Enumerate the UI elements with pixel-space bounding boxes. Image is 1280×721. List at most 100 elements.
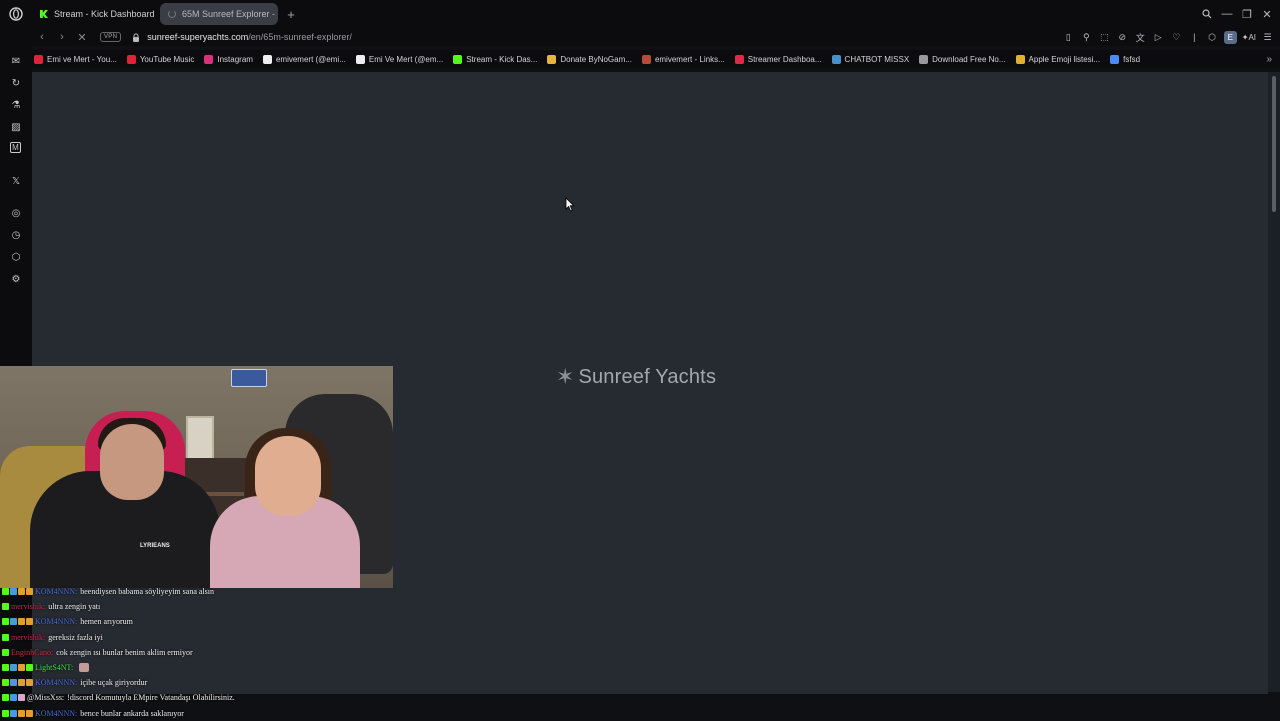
chat-badge-icon <box>10 664 17 672</box>
bookmark-item[interactable]: Instagram <box>204 54 253 64</box>
chat-username: KOM4NNN: <box>35 708 78 718</box>
bookmark-label: YouTube Music <box>139 54 195 64</box>
bookmarks-overflow-icon[interactable]: » <box>1266 50 1272 68</box>
send-icon[interactable]: ▷ <box>1152 31 1165 44</box>
bookmark-item[interactable]: Apple Emoji listesi... <box>1015 54 1100 64</box>
bookmark-item[interactable]: Emi ve Mert - You... <box>34 54 117 64</box>
chat-badges <box>2 709 33 717</box>
ai-label: AI <box>1248 32 1256 42</box>
bookmark-item[interactable]: Streamer Dashboa... <box>734 54 822 64</box>
scrollbar-thumb[interactable] <box>1272 76 1276 212</box>
bookmark-item[interactable]: CHATBOT MISSX <box>831 54 910 64</box>
snapshot-icon[interactable]: ⬚ <box>1098 31 1111 44</box>
m-app-icon[interactable]: M <box>10 142 21 153</box>
bookmark-label: fsfsd <box>1123 54 1141 64</box>
new-tab-button[interactable]: + <box>282 5 300 23</box>
chat-username: LightS4NT: <box>35 663 74 673</box>
chat-badge-icon <box>18 588 25 596</box>
bookmark-label: emivemert (@emi... <box>275 54 346 64</box>
flask-icon[interactable]: ⚗ <box>9 98 23 112</box>
tab-sunreef-explorer[interactable]: 65M Sunreef Explorer - S… <box>160 3 278 25</box>
chat-message: KOM4NNN: beendiysen babama söyliyeyim san… <box>2 584 422 599</box>
chat-emote-icon <box>79 663 90 673</box>
webcam-person-right-head <box>255 436 321 516</box>
chat-badge-icon <box>2 603 9 611</box>
settings-icon[interactable]: ⚙ <box>9 272 23 286</box>
bookmark-item[interactable]: Donate ByNoGam... <box>547 54 632 64</box>
browser-logo-icon[interactable] <box>0 0 32 28</box>
menu-icon[interactable]: ☰ <box>1261 31 1274 44</box>
bookmark-item[interactable]: YouTube Music <box>126 54 195 64</box>
chat-badge-icon <box>18 694 25 702</box>
chat-badges <box>2 588 33 596</box>
chat-message: EnginhCano: cok zengin ısı bunlar benim a… <box>2 645 422 660</box>
chat-badges <box>2 694 25 702</box>
extensions-icon[interactable]: ⬡ <box>1206 31 1219 44</box>
refresh-icon[interactable]: ↻ <box>9 76 23 90</box>
address-bar: ‹ › ✕ VPN sunreef-superyachts.com/en/65m… <box>0 28 1280 46</box>
extensions-icon[interactable]: ⬡ <box>9 250 23 264</box>
adblock-icon[interactable]: ⊘ <box>1116 31 1129 44</box>
chat-badge-icon <box>10 618 17 626</box>
webcam-wall-sign <box>231 369 267 387</box>
star-icon: ✶ <box>556 364 575 389</box>
tab-kick-dashboard[interactable]: Stream - Kick Dashboard <box>32 3 156 25</box>
bookmark-item[interactable]: emivemert - Links... <box>641 54 725 64</box>
bookmark-item[interactable]: Emi Ve Mert (@em... <box>355 54 443 64</box>
forward-button[interactable]: › <box>54 29 70 45</box>
chat-username: KOM4NNN: <box>35 678 78 688</box>
ai-button[interactable]: ✦ AI <box>1242 31 1256 44</box>
minimize-icon[interactable]: — <box>1220 7 1234 21</box>
back-button[interactable]: ‹ <box>34 29 50 45</box>
chat-username: mervishik: <box>11 632 46 642</box>
mouse-cursor-icon <box>565 197 575 217</box>
threads-icon[interactable]: ◎ <box>9 206 23 220</box>
translate-icon[interactable]: 文 <box>1134 31 1147 44</box>
notes-icon[interactable]: ▨ <box>9 120 23 134</box>
bookmark-item[interactable]: Download Free No... <box>919 54 1006 64</box>
mail-icon[interactable]: ✉ <box>9 54 23 68</box>
streamer-dashboard-icon <box>734 54 744 64</box>
pin-icon[interactable]: ⚲ <box>1080 31 1093 44</box>
links-icon <box>641 54 651 64</box>
history-icon[interactable]: ◷ <box>9 228 23 242</box>
bookmark-item[interactable]: emivemert (@emi... <box>262 54 346 64</box>
chat-username: EnginhCano: <box>11 647 54 657</box>
youtube-icon <box>34 54 43 64</box>
heart-icon[interactable]: ♡ <box>1170 31 1183 44</box>
chat-text: gereksiz fazla iyi <box>48 632 103 642</box>
chat-message: KOM4NNN: içibe uçak giriyordur <box>2 675 422 690</box>
chat-badge-icon <box>10 709 17 717</box>
tiktok-icon <box>262 54 272 64</box>
chat-badges <box>2 618 33 626</box>
x-icon[interactable]: 𝕏 <box>9 174 23 188</box>
lock-icon[interactable] <box>131 32 141 42</box>
download-icon <box>919 54 929 64</box>
vpn-badge[interactable]: VPN <box>100 32 122 42</box>
chat-message: @MissXss: !discord Komutuyla EMpire Vatan… <box>2 690 422 705</box>
chat-badge-icon <box>26 709 33 717</box>
bookmark-label: Download Free No... <box>932 54 1006 64</box>
sunreef-logo[interactable]: ✶ Sunreef Yachts <box>556 364 716 390</box>
chat-message: mervishik: ultra zengin yatı <box>2 599 422 614</box>
bookmark-item[interactable]: Stream - Kick Das... <box>453 54 537 64</box>
stop-loading-button[interactable]: ✕ <box>74 29 90 45</box>
split-view-icon[interactable]: ▯ <box>1062 31 1075 44</box>
chat-username: KOM4NNN: <box>35 617 78 627</box>
tab-strip: Stream - Kick Dashboard 65M Sunreef Expl… <box>0 0 1280 28</box>
chat-badge-icon <box>18 618 25 626</box>
bookmark-label: CHATBOT MISSX <box>844 54 910 64</box>
chat-message: KOM4NNN: bence bunlar ankarda saklanıyor <box>2 706 422 721</box>
chatbot-icon <box>831 54 841 64</box>
search-icon[interactable] <box>1200 7 1214 21</box>
bookmark-item[interactable]: fsfsd <box>1110 54 1141 64</box>
window-controls: — ❐ ✕ <box>1200 0 1274 28</box>
webcam-poster <box>186 416 214 462</box>
url-field[interactable]: sunreef-superyachts.com/en/65m-sunreef-e… <box>147 32 352 42</box>
profile-avatar[interactable]: E <box>1223 30 1237 44</box>
chat-badge-icon <box>26 618 33 626</box>
close-icon[interactable]: ✕ <box>1260 7 1274 21</box>
google-icon <box>1110 54 1120 64</box>
restore-icon[interactable]: ❐ <box>1240 7 1254 21</box>
chat-badges <box>2 679 33 687</box>
